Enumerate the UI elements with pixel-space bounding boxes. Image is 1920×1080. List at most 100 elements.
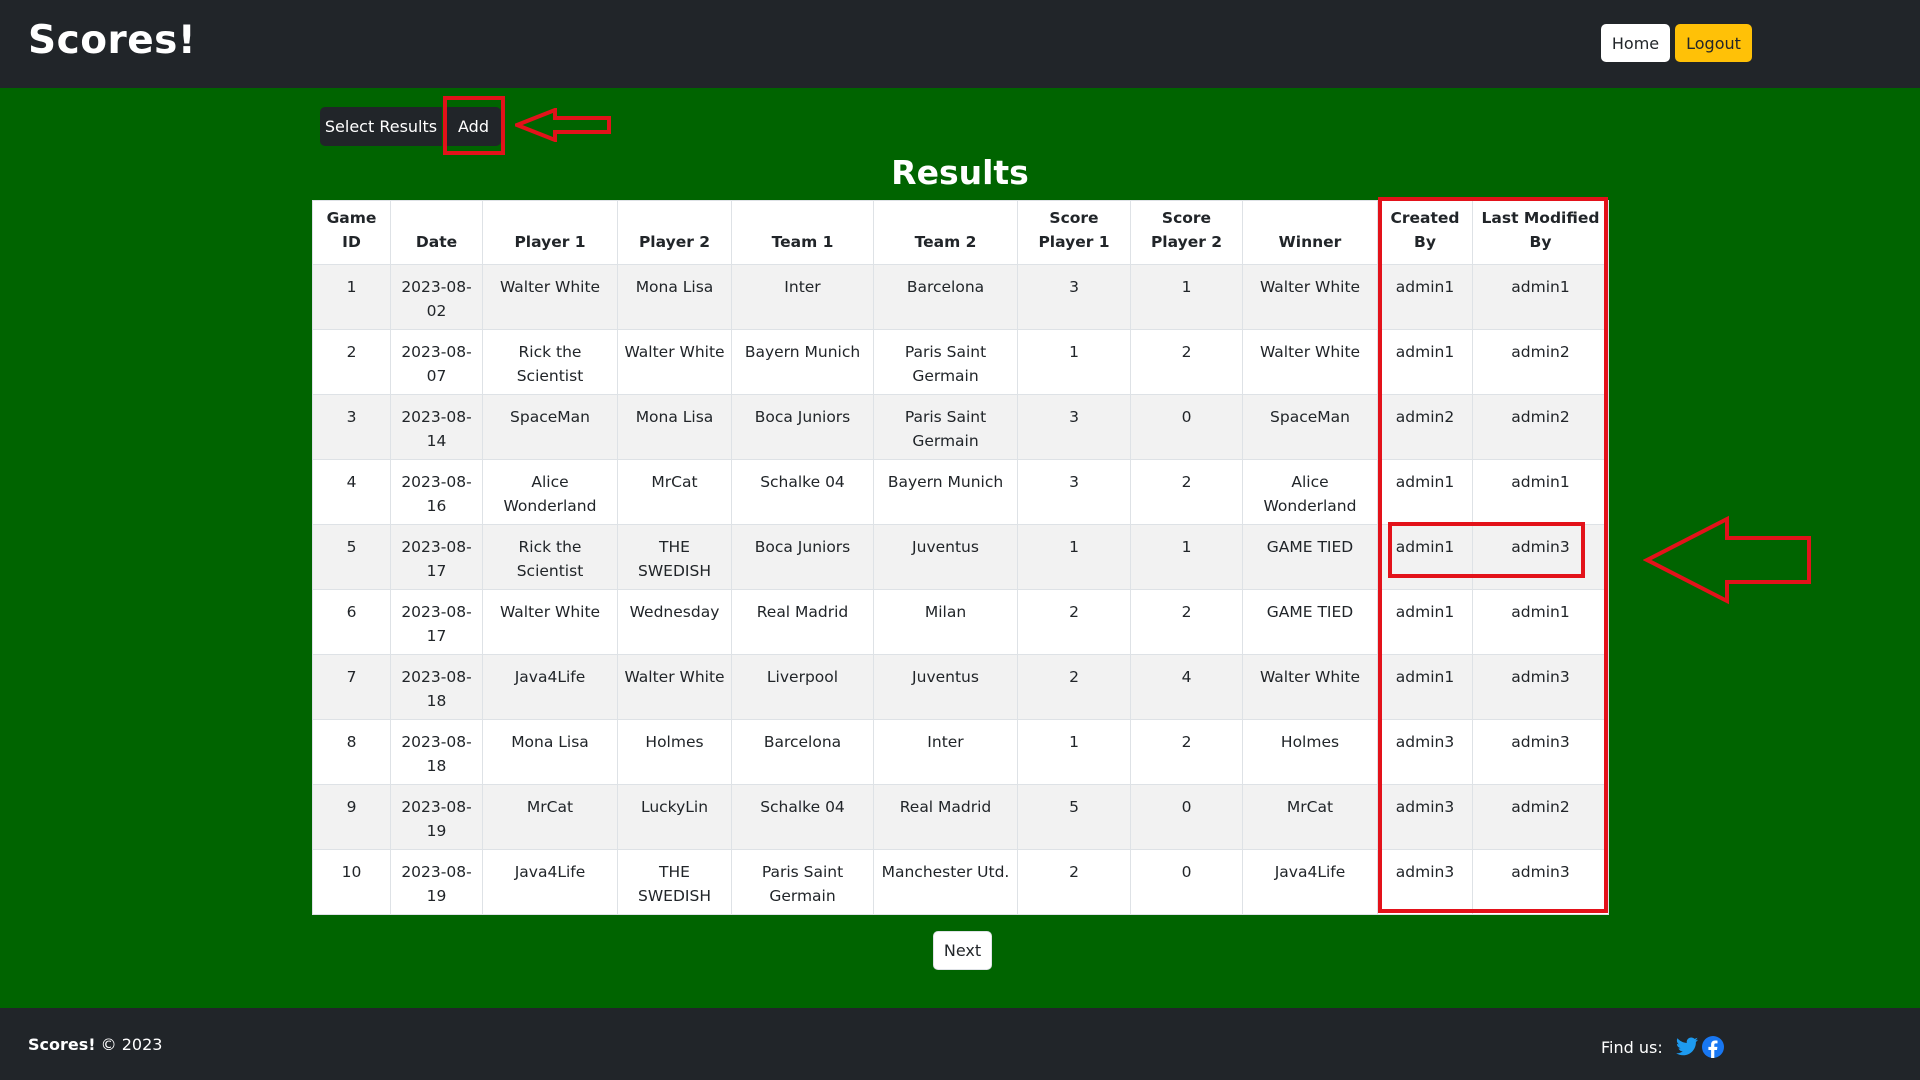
table-cell: LuckyLin [617,784,732,850]
page-title: Results [891,153,1029,192]
column-header: Score Player 2 [1130,200,1243,265]
table-cell: admin2 [1472,784,1609,850]
table-cell: 2 [1017,849,1131,915]
table-cell: 4 [1130,654,1243,720]
top-navbar: Scores! Home Logout [0,0,1920,88]
table-cell: 2 [1017,654,1131,720]
column-header: Player 1 [482,200,618,265]
logout-button[interactable]: Logout [1675,24,1752,62]
table-cell: 2023-08-17 [390,524,483,590]
table-cell: 1 [1017,524,1131,590]
table-cell: 1 [1017,329,1131,395]
table-cell: Bayern Munich [731,329,874,395]
column-header: Created By [1377,200,1473,265]
column-header: Score Player 1 [1017,200,1131,265]
table-cell: 2 [1130,589,1243,655]
home-button[interactable]: Home [1601,24,1670,62]
footer-social: Find us: [1601,1035,1727,1059]
table-cell: 2023-08-18 [390,654,483,720]
table-cell: admin3 [1377,849,1473,915]
column-header: Game ID [312,200,391,265]
table-cell: admin1 [1377,264,1473,330]
table-cell: 2 [1017,589,1131,655]
table-cell: MrCat [617,459,732,525]
footer-copyright: Scores! © 2023 [28,1035,162,1054]
table-cell: Rick the Scientist [482,329,618,395]
table-cell: 6 [312,589,391,655]
column-header: Player 2 [617,200,732,265]
app-brand[interactable]: Scores! [28,18,196,63]
table-cell: Java4Life [482,654,618,720]
table-cell: Mona Lisa [617,394,732,460]
find-us-label: Find us: [1601,1037,1663,1057]
table-cell: Walter White [617,329,732,395]
table-cell: 1 [312,264,391,330]
arrow-left-icon [515,108,611,142]
table-cell: 8 [312,719,391,785]
table-cell: Paris Saint Germain [873,329,1018,395]
table-cell: 2023-08-16 [390,459,483,525]
table-cell: Paris Saint Germain [873,394,1018,460]
table-cell: SpaceMan [1242,394,1378,460]
table-cell: 2023-08-14 [390,394,483,460]
table-cell: Mona Lisa [617,264,732,330]
table-cell: Real Madrid [731,589,874,655]
table-cell: Juventus [873,524,1018,590]
table-cell: 2023-08-19 [390,784,483,850]
table-cell: Java4Life [1242,849,1378,915]
table-cell: admin3 [1472,849,1609,915]
table-row: 3 2023-08-14 SpaceMan Mona Lisa Boca Juniors… [312,394,1609,460]
table-cell: admin1 [1377,524,1473,590]
column-header: Team 2 [873,200,1018,265]
table-cell: 3 [1017,394,1131,460]
table-cell: admin1 [1472,589,1609,655]
table-cell: GAME TIED [1242,589,1378,655]
table-cell: Walter White [1242,329,1378,395]
table-cell: Walter White [482,589,618,655]
table-cell: Schalke 04 [731,784,874,850]
select-results-button[interactable]: Select Results [320,107,442,146]
table-cell: Bayern Munich [873,459,1018,525]
add-button[interactable]: Add [446,107,501,146]
table-cell: admin3 [1472,654,1609,720]
table-cell: Barcelona [873,264,1018,330]
table-cell: Holmes [1242,719,1378,785]
table-cell: Real Madrid [873,784,1018,850]
table-cell: THE SWEDISH [617,524,732,590]
table-cell: 1 [1130,524,1243,590]
table-cell: 2 [1130,719,1243,785]
footer-brand: Scores! [28,1035,96,1054]
table-cell: Milan [873,589,1018,655]
table-row: 8 2023-08-18 Mona Lisa Holmes Barcelona Inter… [312,719,1609,785]
table-cell: 1 [1130,264,1243,330]
table-cell: admin3 [1377,784,1473,850]
table-cell: admin1 [1377,329,1473,395]
table-cell: admin1 [1472,459,1609,525]
column-header: Winner [1242,200,1378,265]
facebook-icon[interactable] [1701,1035,1725,1059]
table-body: 1 2023-08-02 Walter White Mona Lisa Inter Bar… [312,264,1609,915]
table-cell: Boca Juniors [731,394,874,460]
table-cell: 2023-08-07 [390,329,483,395]
table-cell: 2023-08-02 [390,264,483,330]
table-cell: 5 [312,524,391,590]
table-cell: Manchester Utd. [873,849,1018,915]
table-row: 7 2023-08-18 Java4Life Walter White Liverpoo… [312,654,1609,720]
table-cell: 9 [312,784,391,850]
table-row: 2 2023-08-07 Rick the Scientist Walter Whit… [312,329,1609,395]
copyright-text: © 2023 [100,1035,163,1054]
table-cell: admin3 [1377,719,1473,785]
table-cell: Schalke 04 [731,459,874,525]
twitter-icon[interactable] [1675,1035,1699,1059]
table-cell: admin1 [1472,264,1609,330]
table-cell: Java4Life [482,849,618,915]
next-page-button[interactable]: Next [933,931,992,970]
table-cell: 3 [312,394,391,460]
table-cell: 3 [1017,264,1131,330]
table-row: 9 2023-08-19 MrCat LuckyLin Schalke 04 Real M… [312,784,1609,850]
table-cell: Walter White [482,264,618,330]
results-table: Game ID Date Player 1 Player 2 Team 1 Team 2S… [312,200,1609,915]
arrow-left-large-icon [1643,515,1811,605]
table-cell: Walter White [1242,654,1378,720]
table-cell: 7 [312,654,391,720]
